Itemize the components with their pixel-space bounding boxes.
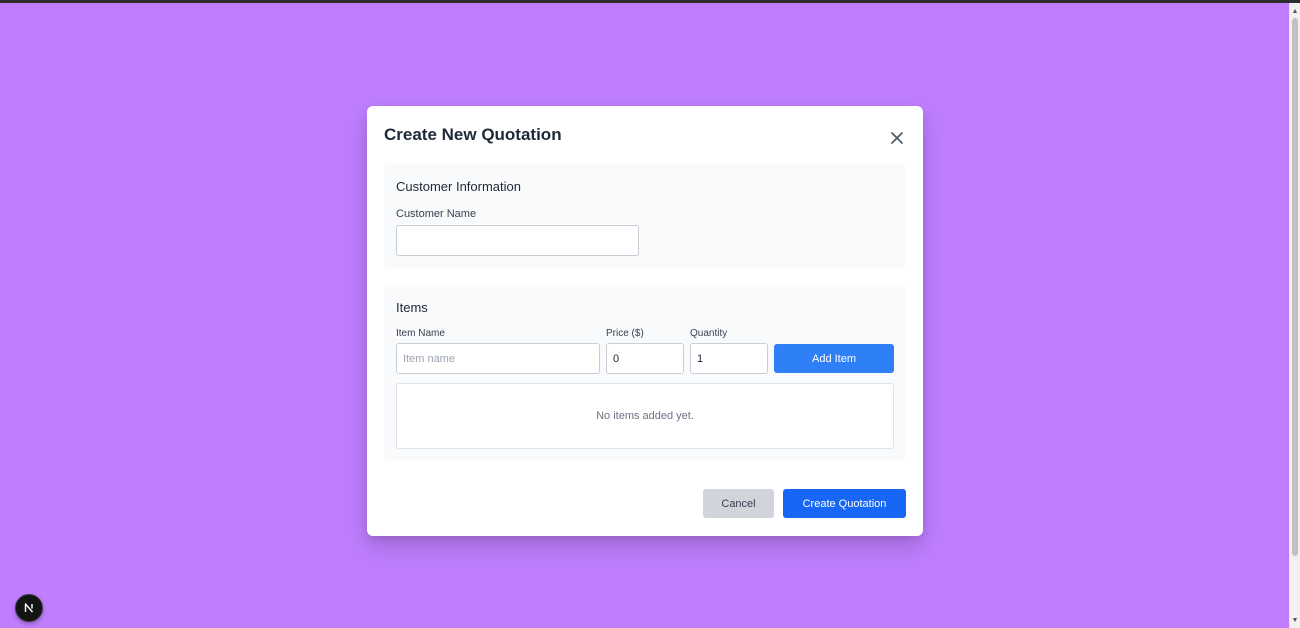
cancel-button[interactable]: Cancel bbox=[703, 489, 774, 518]
nextjs-logo-icon bbox=[24, 603, 34, 613]
customer-section-heading: Customer Information bbox=[396, 179, 521, 194]
dialog-title: Create New Quotation bbox=[384, 125, 562, 144]
customer-name-label: Customer Name bbox=[396, 208, 477, 220]
customer-name-input[interactable] bbox=[396, 225, 639, 256]
scroll-down-arrow-icon[interactable]: ▼ bbox=[1290, 614, 1300, 626]
create-quotation-dialog: Create New Quotation Customer Informatio… bbox=[367, 106, 923, 536]
empty-items-message: No items added yet. bbox=[596, 410, 694, 422]
nextjs-dev-tools-button[interactable] bbox=[15, 594, 43, 622]
create-quotation-button[interactable]: Create Quotation bbox=[783, 489, 906, 518]
quantity-label: Quantity bbox=[690, 328, 728, 339]
scrollbar-thumb[interactable] bbox=[1292, 18, 1298, 556]
close-button[interactable] bbox=[885, 126, 909, 150]
price-label: Price ($) bbox=[606, 328, 644, 339]
scroll-up-arrow-icon[interactable]: ▲ bbox=[1290, 5, 1300, 17]
customer-information-section: Customer Information Customer Name bbox=[384, 164, 906, 268]
items-list-empty-state: No items added yet. bbox=[396, 383, 894, 449]
quantity-input[interactable] bbox=[690, 343, 768, 374]
vertical-scrollbar[interactable]: ▲ ▼ bbox=[1289, 3, 1300, 628]
page-backdrop: Create New Quotation Customer Informatio… bbox=[0, 3, 1289, 628]
item-name-label: Item Name bbox=[396, 328, 445, 339]
items-section-heading: Items bbox=[396, 300, 428, 315]
add-item-button[interactable]: Add Item bbox=[774, 344, 894, 373]
close-icon bbox=[891, 132, 903, 144]
price-input[interactable] bbox=[606, 343, 684, 374]
item-name-input[interactable] bbox=[396, 343, 600, 374]
items-section: Items Item Name Price ($) Quantity Add I… bbox=[384, 285, 906, 460]
